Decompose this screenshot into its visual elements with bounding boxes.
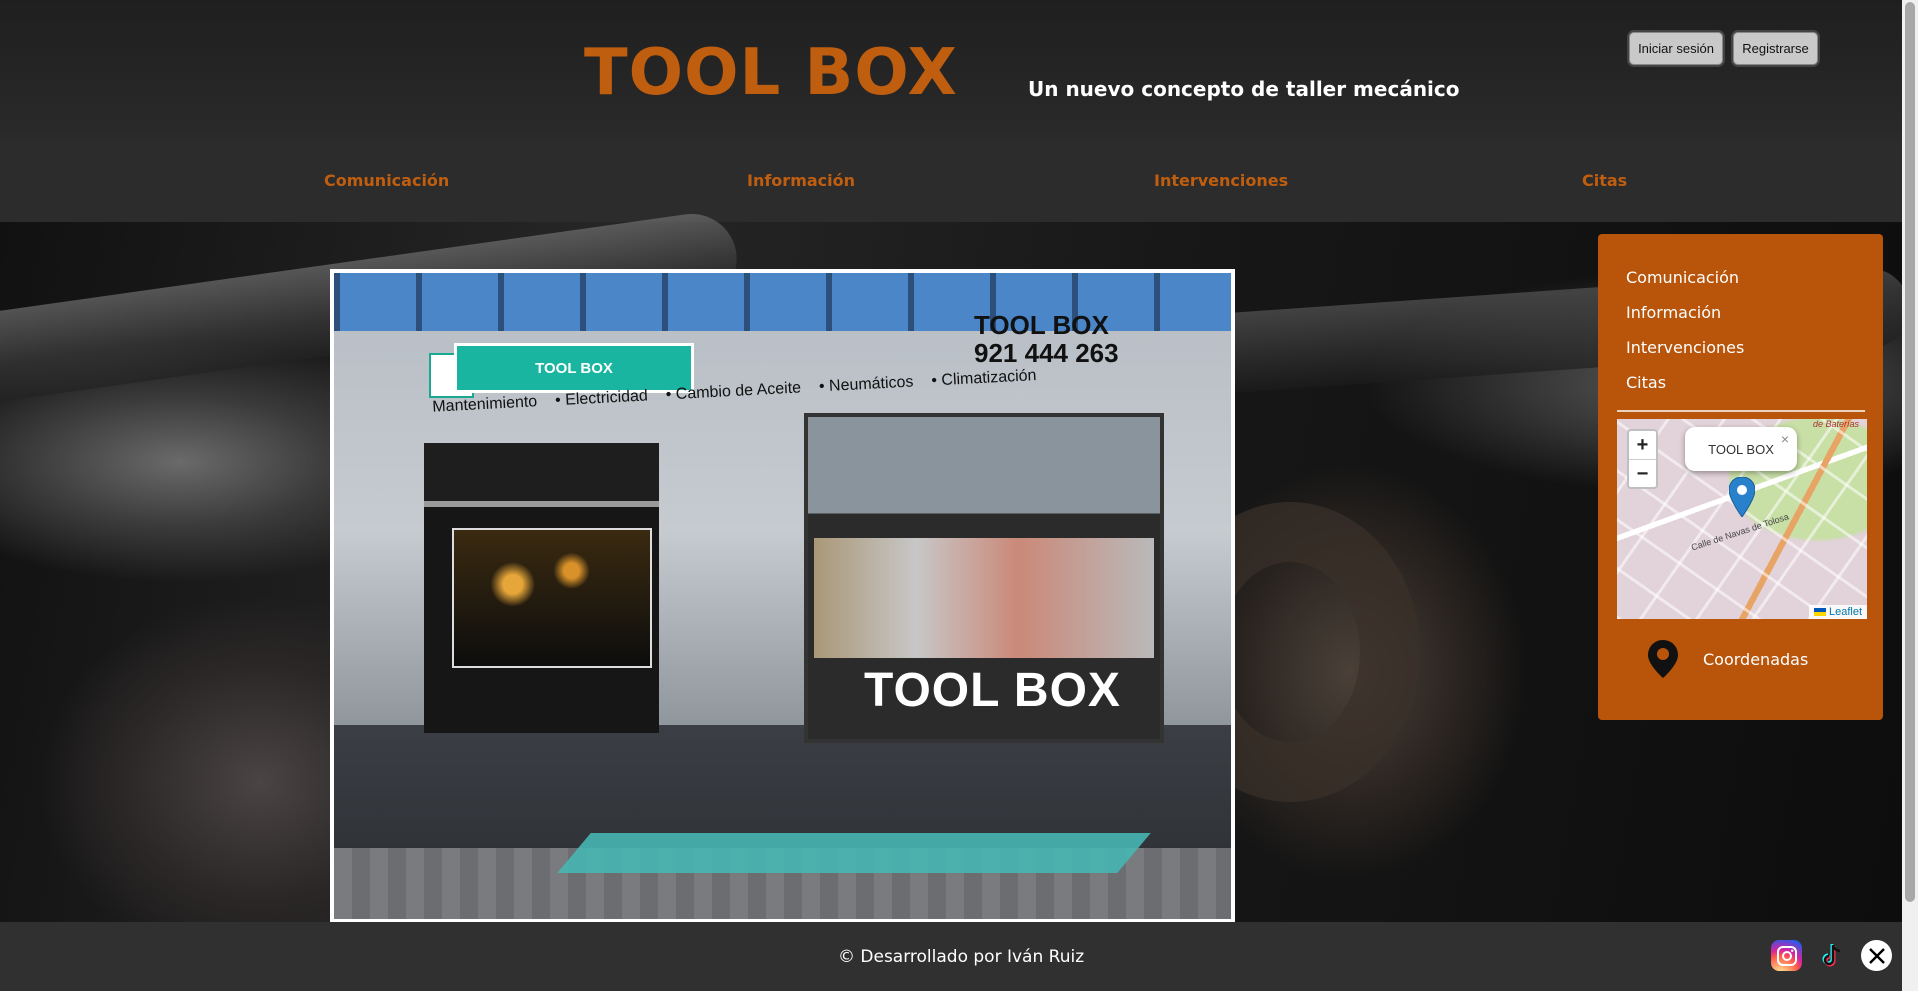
zoom-in-button[interactable]: + — [1629, 431, 1656, 459]
scrollbar-thumb[interactable] — [1905, 2, 1915, 902]
site-tagline: Un nuevo concepto de taller mecánico — [1028, 77, 1460, 101]
page-scrollbar[interactable] — [1902, 0, 1918, 991]
instagram-icon[interactable] — [1771, 940, 1802, 971]
side-link-comunicacion[interactable]: Comunicación — [1626, 268, 1739, 287]
side-link-intervenciones[interactable]: Intervenciones — [1626, 338, 1744, 357]
shop-photo: TOOL BOX TOOL BOX 921 444 263 Mantenimie… — [330, 269, 1235, 923]
divider — [1617, 410, 1865, 412]
photo-window-brand: TOOL BOX — [864, 664, 1121, 717]
x-icon[interactable] — [1861, 940, 1892, 971]
login-button[interactable]: Iniciar sesión — [1627, 30, 1725, 67]
location-pin-icon — [1648, 640, 1678, 678]
ukraine-flag-icon — [1813, 608, 1826, 617]
nav-item-intervenciones[interactable]: Intervenciones — [1154, 171, 1288, 190]
map-popup-label: TOOL BOX — [1708, 441, 1774, 457]
site-footer: © Desarrollado por Iván Ruiz — [0, 922, 1902, 991]
site-header: TOOL BOX Un nuevo concepto de taller mec… — [0, 0, 1902, 139]
map-street-label: de Baterías — [1812, 419, 1859, 429]
map-marker-icon[interactable] — [1729, 477, 1755, 517]
nav-item-informacion[interactable]: Información — [747, 171, 855, 190]
side-link-citas[interactable]: Citas — [1626, 373, 1666, 392]
nav-item-comunicacion[interactable]: Comunicación — [324, 171, 449, 190]
coordinates-label: Coordenadas — [1703, 649, 1809, 669]
site-title: TOOL BOX — [584, 36, 958, 110]
footer-credit: © Desarrollado por Iván Ruiz — [838, 947, 1085, 967]
map-attribution[interactable]: Leaflet — [1808, 605, 1867, 619]
register-button[interactable]: Registrarse — [1731, 30, 1820, 67]
coordinates-button[interactable]: Coordenadas — [1648, 640, 1808, 678]
shop-photo-image: TOOL BOX TOOL BOX 921 444 263 Mantenimie… — [334, 273, 1231, 919]
photo-sign: TOOL BOX — [454, 343, 694, 393]
location-map[interactable]: de Baterías Calle de Navas de Tolosa + −… — [1617, 419, 1867, 619]
close-icon[interactable]: × — [1781, 431, 1789, 447]
map-zoom-control: + − — [1627, 429, 1658, 489]
tiktok-icon[interactable] — [1816, 940, 1847, 971]
side-link-informacion[interactable]: Información — [1626, 303, 1721, 322]
side-panel: Comunicación Información Intervenciones … — [1598, 234, 1883, 720]
nav-item-citas[interactable]: Citas — [1582, 171, 1627, 190]
map-popup: TOOL BOX × — [1685, 427, 1797, 471]
photo-phone-sign: TOOL BOX 921 444 263 — [974, 310, 1119, 368]
main-nav: Comunicación Información Intervenciones … — [0, 139, 1902, 222]
zoom-out-button[interactable]: − — [1629, 459, 1656, 487]
